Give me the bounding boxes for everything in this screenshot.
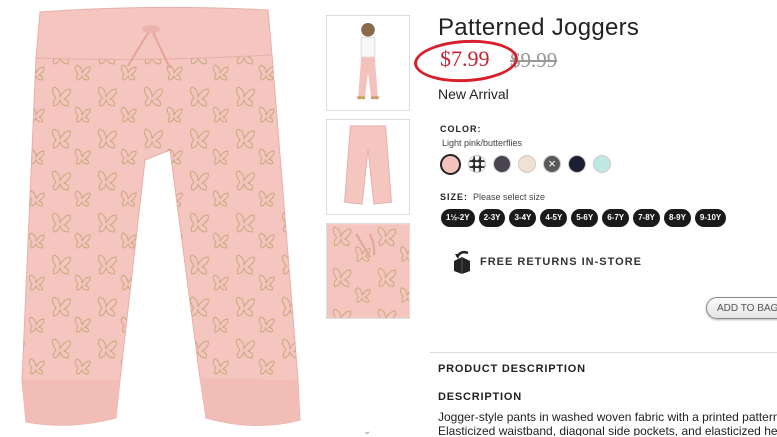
free-returns-label: FREE RETURNS IN-STORE bbox=[480, 256, 642, 268]
chevron-down-icon[interactable]: ⌄ bbox=[363, 426, 371, 437]
description-heading: DESCRIPTION bbox=[438, 391, 522, 403]
description-line: Elasticized waistband, diagonal side poc… bbox=[438, 424, 777, 436]
section-divider bbox=[430, 352, 777, 353]
selected-color-name: Light pink/butterflies bbox=[442, 138, 523, 148]
color-swatches: × bbox=[440, 153, 611, 175]
size-option[interactable]: 1½-2Y bbox=[441, 209, 475, 227]
size-option[interactable]: 9-10Y bbox=[694, 209, 727, 227]
size-option[interactable]: 4-5Y bbox=[540, 209, 568, 227]
swatch-light-pink[interactable] bbox=[440, 153, 461, 175]
thumbnail-detail[interactable] bbox=[326, 223, 410, 319]
size-option[interactable]: 5-6Y bbox=[571, 209, 599, 227]
size-option[interactable]: 6-7Y bbox=[602, 209, 630, 227]
swatch-dark-gray[interactable] bbox=[493, 155, 511, 173]
product-title: Patterned Joggers bbox=[438, 14, 640, 41]
swatch-leopard[interactable] bbox=[468, 155, 486, 173]
pants-illustration bbox=[21, 6, 301, 426]
thumbnail-model[interactable] bbox=[326, 15, 410, 111]
size-option[interactable]: 2-3Y bbox=[478, 209, 506, 227]
box-arrow-icon bbox=[454, 250, 470, 274]
add-to-bag-button[interactable]: ADD TO BAG bbox=[706, 297, 777, 319]
description-line: Jogger-style pants in washed woven fabri… bbox=[438, 410, 777, 424]
product-description-heading[interactable]: PRODUCT DESCRIPTION bbox=[438, 363, 586, 375]
size-options: 1½-2Y 2-3Y 3-4Y 4-5Y 5-6Y 6-7Y 7-8Y 8-9Y… bbox=[441, 209, 727, 227]
swatch-mint[interactable] bbox=[593, 155, 611, 173]
size-hint: Please select size bbox=[473, 192, 546, 202]
color-label: COLOR: bbox=[440, 124, 482, 134]
size-option[interactable]: 3-4Y bbox=[509, 209, 537, 227]
new-arrival-badge: New Arrival bbox=[438, 86, 509, 102]
swatch-beige[interactable] bbox=[518, 155, 536, 173]
swatch-unavailable[interactable]: × bbox=[543, 155, 561, 173]
swatch-navy[interactable] bbox=[568, 155, 586, 173]
size-option[interactable]: 7-8Y bbox=[633, 209, 661, 227]
free-returns[interactable]: FREE RETURNS IN-STORE bbox=[451, 250, 642, 274]
size-label: SIZE: bbox=[440, 192, 469, 202]
price-highlight-circle bbox=[412, 37, 520, 85]
main-product-image[interactable] bbox=[0, 0, 305, 435]
thumbnail-product[interactable] bbox=[326, 119, 410, 215]
description-text: Jogger-style pants in washed woven fabri… bbox=[438, 410, 777, 436]
size-option[interactable]: 8-9Y bbox=[664, 209, 691, 227]
